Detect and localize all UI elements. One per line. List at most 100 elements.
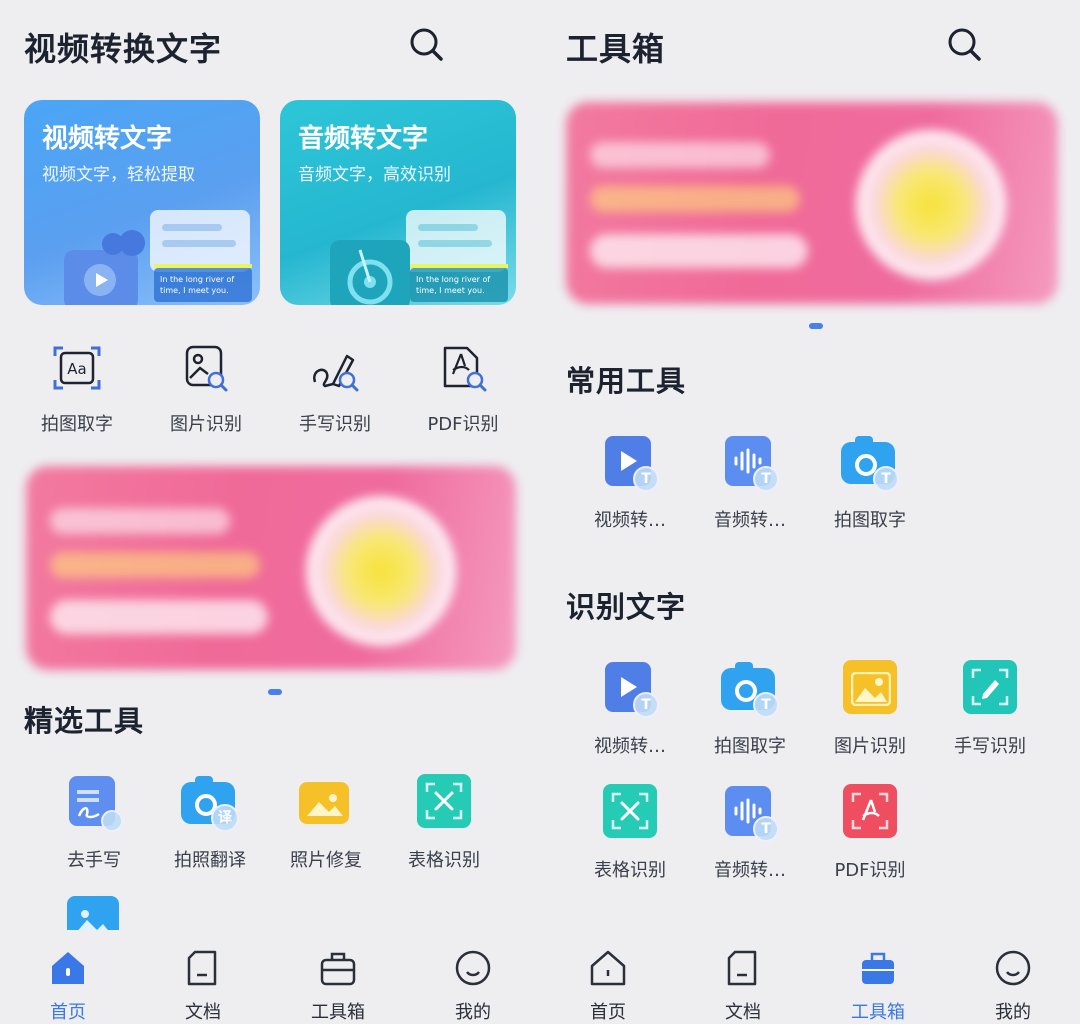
tool-label: PDF识别 (834, 860, 906, 881)
card-title: 视频转文字 (42, 124, 173, 154)
table-recognize-icon (601, 784, 659, 842)
document-icon (727, 950, 757, 986)
promo-banner[interactable] (566, 102, 1058, 304)
image-search-icon (185, 345, 228, 392)
tool-label: 音频转… (714, 510, 786, 531)
search-icon[interactable] (408, 26, 444, 62)
video-to-text-card[interactable]: 视频转文字 视频文字，轻松提取 In the long river of tim… (24, 100, 260, 305)
toolbox-icon (862, 952, 894, 984)
tab-profile[interactable]: 我的 (423, 948, 523, 1024)
quick-tool-label: PDF识别 (427, 414, 499, 435)
card-caption: In the long river of time, I meet you. (416, 275, 491, 295)
caption-strip: In the long river of time, I meet you. (410, 264, 508, 302)
smile-icon (455, 950, 491, 986)
tool-camera-text[interactable]: T 拍图取字 (690, 660, 810, 758)
svg-text:Aa: Aa (67, 360, 86, 378)
tab-label: 工具箱 (851, 1002, 905, 1023)
search-icon[interactable] (946, 26, 982, 62)
quick-tool-label: 手写识别 (299, 414, 371, 435)
tool-label: 拍图取字 (834, 510, 906, 531)
tool-label: 表格识别 (594, 860, 666, 881)
quick-tool-handwriting[interactable]: 手写识别 (270, 340, 400, 436)
remove-handwriting-icon (65, 774, 123, 832)
quick-tool-label: 图片识别 (170, 414, 242, 435)
tool-photo-restore[interactable]: 照片修复 (266, 774, 386, 872)
tab-documents[interactable]: 文档 (153, 948, 253, 1024)
home-screen: 视频转换文字 视频转文字 视频文字，轻松提取 In the long river… (0, 0, 540, 1024)
document-illustration (150, 210, 250, 272)
video-to-text-icon: T (601, 434, 659, 492)
page-title: 工具箱 (566, 30, 666, 68)
section-title: 精选工具 (24, 704, 145, 738)
table-recognize-icon (415, 774, 473, 832)
tool-remove-handwriting[interactable]: 去手写 (34, 774, 154, 872)
page-title: 视频转换文字 (24, 30, 223, 68)
tool-video-to-text[interactable]: T 视频转… (570, 434, 690, 532)
section-title: 识别文字 (566, 590, 687, 624)
carousel-indicator (268, 689, 282, 695)
section-title: 常用工具 (566, 364, 687, 398)
tool-pdf-recognize[interactable]: PDF识别 (810, 784, 930, 882)
tab-toolbox[interactable]: 工具箱 (828, 948, 928, 1024)
toolbox-screen: 工具箱 常用工具 T 视频转… T 音频转… T 拍图取字 识别文字 T 视频转… (540, 0, 1080, 1024)
quick-tool-label: 拍图取字 (41, 414, 113, 435)
tab-home[interactable]: 首页 (558, 948, 658, 1024)
card-caption: In the long river of time, I meet you. (160, 275, 235, 295)
document-icon (187, 950, 217, 986)
tab-label: 首页 (590, 1002, 626, 1023)
tool-label: 手写识别 (954, 736, 1026, 757)
tool-table-recognize[interactable]: 表格识别 (570, 784, 690, 882)
camera-translate-icon: 译 (181, 774, 239, 832)
tab-label: 首页 (50, 1002, 86, 1023)
tool-handwriting[interactable]: 手写识别 (930, 660, 1050, 758)
tab-profile[interactable]: 我的 (963, 948, 1063, 1024)
tool-label: 音频转… (714, 860, 786, 881)
smile-icon (995, 950, 1031, 986)
tool-table-recognize[interactable]: 表格识别 (384, 774, 504, 872)
tool-label: 去手写 (67, 850, 121, 871)
pdf-search-icon (443, 346, 487, 392)
video-to-text-icon: T (601, 660, 659, 718)
image-recognize-icon (841, 660, 899, 718)
handwriting-icon (961, 660, 1019, 718)
tool-label: 拍照翻译 (174, 850, 246, 871)
tab-label: 我的 (455, 1002, 491, 1023)
tab-documents[interactable]: 文档 (693, 948, 793, 1024)
tab-label: 文档 (185, 1002, 221, 1023)
music-disc-illustration (330, 240, 410, 305)
tool-camera-translate[interactable]: 译 拍照翻译 (150, 774, 270, 872)
tool-label: 视频转… (594, 736, 666, 757)
card-subtitle: 音频文字，高效识别 (298, 165, 451, 185)
quick-tool-text-scan[interactable]: Aa 拍图取字 (12, 340, 142, 436)
caption-strip: In the long river of time, I meet you. (154, 264, 252, 302)
promo-banner[interactable] (26, 466, 516, 670)
audio-to-text-card[interactable]: 音频转文字 音频文字，高效识别 In the long river of tim… (280, 100, 516, 305)
photo-restore-icon (297, 774, 355, 832)
handwriting-search-icon (313, 354, 359, 392)
play-icon (84, 264, 116, 296)
tool-audio-to-text[interactable]: T 音频转… (690, 434, 810, 532)
tool-camera-text[interactable]: T 拍图取字 (810, 434, 930, 532)
audio-to-text-icon: T (721, 784, 779, 842)
text-scan-icon: Aa (53, 346, 101, 390)
tool-label: 表格识别 (408, 850, 480, 871)
card-title: 音频转文字 (298, 124, 429, 154)
tab-label: 文档 (725, 1002, 761, 1023)
screen: 视频转换文字 视频转文字 视频文字，轻松提取 In the long river… (0, 0, 1080, 1024)
camera-text-icon: T (721, 660, 779, 718)
tool-video-to-text[interactable]: T 视频转… (570, 660, 690, 758)
audio-to-text-icon: T (721, 434, 779, 492)
document-illustration (406, 210, 506, 272)
toolbox-icon (320, 952, 356, 986)
tab-toolbox[interactable]: 工具箱 (288, 948, 388, 1024)
tool-label: 照片修复 (290, 850, 362, 871)
tool-label: 拍图取字 (714, 736, 786, 757)
tool-image-recognize[interactable]: 图片识别 (810, 660, 930, 758)
quick-tool-image-recognize[interactable]: 图片识别 (141, 340, 271, 436)
quick-tool-pdf[interactable]: PDF识别 (398, 340, 528, 436)
tab-home[interactable]: 首页 (18, 948, 118, 1024)
tab-label: 我的 (995, 1002, 1031, 1023)
carousel-indicator (809, 323, 823, 329)
tool-audio-to-text[interactable]: T 音频转… (690, 784, 810, 882)
pdf-recognize-icon (841, 784, 899, 842)
